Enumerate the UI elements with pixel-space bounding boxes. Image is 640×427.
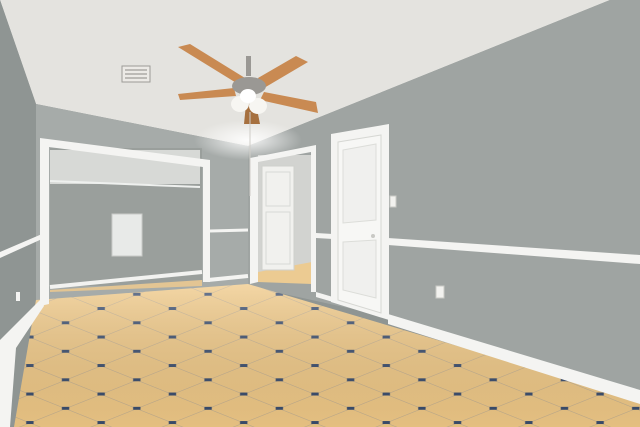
- back-chair-rail: [209, 228, 249, 233]
- door-knob-icon: [371, 234, 375, 238]
- closet-panel: [111, 213, 143, 257]
- air-vent-icon: [121, 65, 151, 83]
- power-outlet-icon-right: [435, 285, 445, 299]
- room-scene: [0, 0, 640, 427]
- louver-bottom: [342, 239, 377, 299]
- power-outlet-icon: [16, 292, 20, 301]
- fan-light: [240, 89, 256, 103]
- right-chair-rail: [316, 233, 333, 239]
- light-switch-icon: [389, 195, 397, 208]
- hallway-door: [261, 165, 295, 271]
- louver-top: [342, 143, 377, 224]
